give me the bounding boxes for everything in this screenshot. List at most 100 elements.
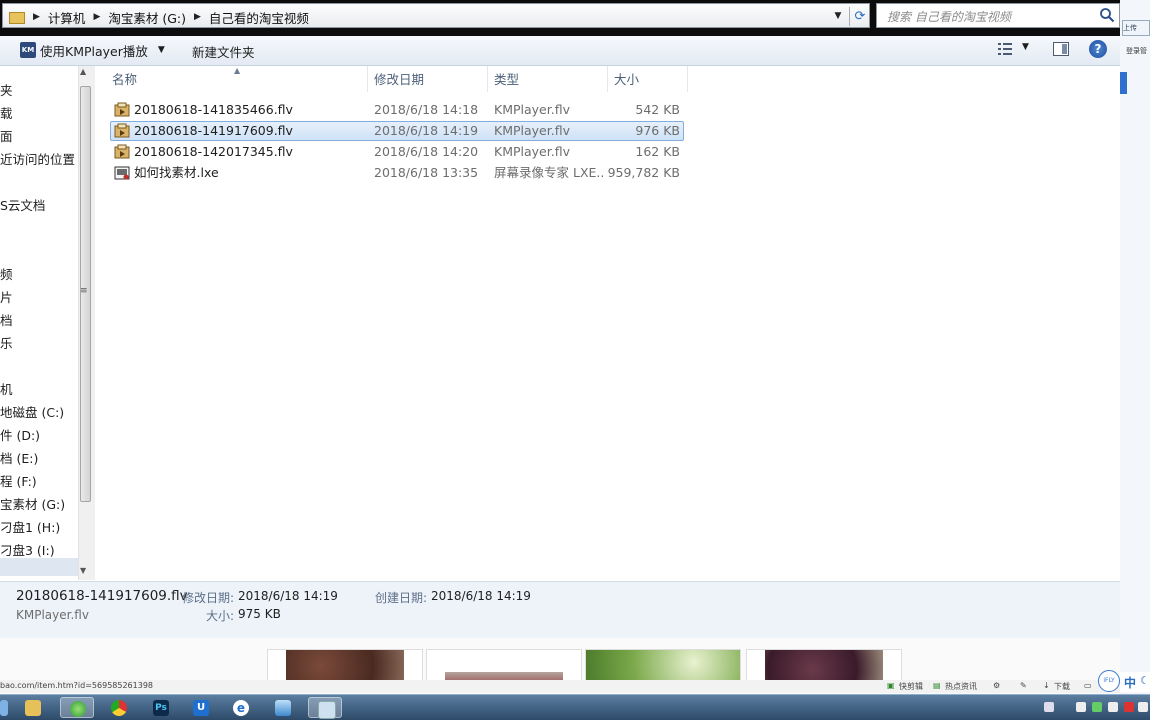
- moon-icon[interactable]: ☾: [1140, 674, 1150, 687]
- taskbar: Ps U e: [0, 694, 1150, 720]
- file-size: 959,782 KB: [607, 165, 680, 180]
- search-icon[interactable]: [1099, 7, 1115, 23]
- kmplayer-icon: KM: [20, 42, 36, 58]
- recorder-icon: [318, 701, 336, 719]
- column-header-date[interactable]: 修改日期: [368, 66, 488, 92]
- breadcrumb: ▶ 计算机 ▶ 淘宝素材 (G:) ▶ 自己看的淘宝视频: [9, 7, 315, 27]
- nav-item-pictures[interactable]: 片: [0, 287, 13, 306]
- tray-volume-icon[interactable]: [1138, 702, 1148, 712]
- tray-flag-icon[interactable]: [1124, 702, 1134, 712]
- scroll-down-icon[interactable]: ▼: [80, 566, 86, 575]
- window-icon[interactable]: ▭: [1084, 681, 1092, 690]
- file-name: 如何找素材.lxe: [134, 165, 219, 180]
- browser-icon: [70, 701, 86, 717]
- nav-item-drive-e[interactable]: 档 (E:): [0, 448, 38, 467]
- taskbar-360-browser[interactable]: [60, 697, 94, 718]
- breadcrumb-drive-g[interactable]: 淘宝素材 (G:): [102, 8, 192, 27]
- address-dropdown-icon[interactable]: ▼: [831, 7, 845, 26]
- news-icon[interactable]: ▤: [933, 681, 941, 690]
- file-row[interactable]: 20180618-141835466.flv 2018/6/18 14:18 K…: [110, 100, 684, 120]
- nav-item-drive-g[interactable]: 宝素材 (G:): [0, 494, 65, 513]
- details-created-value: 2018/6/18 14:19: [431, 589, 531, 603]
- status-url: bao.com/item.htm?id=569585261398: [0, 681, 154, 690]
- taskbar-screen-recorder[interactable]: [308, 697, 342, 719]
- file-row[interactable]: 如何找素材.lxe 2018/6/18 13:35 屏幕录像专家 LXE... …: [110, 163, 684, 183]
- help-icon[interactable]: ?: [1089, 40, 1107, 58]
- nav-item-desktop[interactable]: 面: [0, 126, 13, 145]
- browser-status-bar: bao.com/item.htm?id=569585261398 ▣ 快剪辑 ▤…: [0, 670, 1120, 693]
- chevron-right-icon[interactable]: ▶: [31, 12, 42, 22]
- file-size: 162 KB: [635, 144, 680, 159]
- address-bar[interactable]: ▶ 计算机 ▶ 淘宝素材 (G:) ▶ 自己看的淘宝视频 ▼ ⟳: [2, 3, 870, 28]
- taskbar-app-u[interactable]: U: [184, 697, 218, 718]
- file-date: 2018/6/18 14:18: [374, 102, 479, 117]
- nav-item-drive-c[interactable]: 地磁盘 (C:): [0, 402, 64, 421]
- file-date: 2018/6/18 14:19: [374, 123, 479, 138]
- breadcrumb-computer[interactable]: 计算机: [42, 8, 92, 27]
- tray-camera-icon[interactable]: [1076, 702, 1086, 712]
- view-dropdown-icon[interactable]: ▼: [1022, 42, 1029, 52]
- ifly-ime-icon[interactable]: iFLY: [1098, 670, 1120, 692]
- nav-item-music[interactable]: 乐: [0, 333, 13, 352]
- tray-network-icon[interactable]: [1108, 702, 1118, 712]
- hot-news-link[interactable]: 热点资讯: [945, 681, 977, 692]
- tray-icon[interactable]: [1044, 702, 1054, 712]
- taskbar-explorer[interactable]: [16, 697, 50, 718]
- file-row-selected[interactable]: 20180618-141917609.flv 2018/6/18 14:19 K…: [110, 121, 684, 141]
- photoshop-icon: Ps: [153, 700, 169, 716]
- chevron-right-icon[interactable]: ▶: [192, 12, 203, 22]
- quick-clip-link[interactable]: 快剪辑: [899, 681, 923, 692]
- flv-file-icon: [114, 123, 130, 138]
- command-bar: KM 使用KMPlayer播放 ▼ 新建文件夹 ▼ ?: [0, 36, 1120, 66]
- pin-icon[interactable]: ✎: [1020, 681, 1027, 690]
- nav-item-drive-i[interactable]: 刁盘3 (I:): [0, 540, 55, 559]
- download-icon[interactable]: ↓: [1043, 681, 1050, 690]
- nav-item-downloads[interactable]: 载: [0, 103, 13, 122]
- flv-file-icon: [114, 102, 130, 117]
- chevron-right-icon[interactable]: ▶: [91, 12, 102, 22]
- file-type: KMPlayer.flv: [494, 144, 570, 159]
- tray-shield-icon[interactable]: [1092, 702, 1102, 712]
- column-header-size[interactable]: 大小: [608, 66, 688, 92]
- taskbar-chrome[interactable]: [102, 697, 136, 718]
- file-date: 2018/6/18 13:35: [374, 165, 479, 180]
- details-file-name: 20180618-141917609.flv: [16, 588, 188, 604]
- details-modified-label: 修改日期:: [182, 591, 235, 605]
- nav-item-favorites[interactable]: 夹: [0, 80, 13, 99]
- start-button[interactable]: [0, 697, 10, 718]
- play-with-kmplayer-button[interactable]: KM 使用KMPlayer播放 ▼: [20, 40, 165, 60]
- search-input[interactable]: 搜索 自己看的淘宝视频: [876, 3, 1120, 28]
- nav-item-drive-h[interactable]: 刁盘1 (H:): [0, 517, 60, 536]
- sort-ascending-icon: ▲: [234, 66, 241, 75]
- nav-item-computer[interactable]: 机: [0, 379, 13, 398]
- taskbar-image-viewer[interactable]: [266, 697, 300, 718]
- scroll-up-icon[interactable]: ▲: [80, 67, 86, 76]
- gear-icon[interactable]: ⚙: [993, 681, 1000, 690]
- file-row[interactable]: 20180618-142017345.flv 2018/6/18 14:20 K…: [110, 142, 684, 162]
- quick-clip-icon[interactable]: ▣: [887, 681, 895, 690]
- nav-item-cloud-docs[interactable]: S云文档: [0, 195, 45, 214]
- nav-item-drive-f[interactable]: 程 (F:): [0, 471, 37, 490]
- preview-pane-icon[interactable]: [1053, 42, 1069, 56]
- upload-button[interactable]: 上传: [1122, 20, 1150, 36]
- file-type: 屏幕录像专家 LXE...: [494, 165, 604, 180]
- login-link[interactable]: 登录管: [1126, 46, 1147, 56]
- nav-item-drive-d[interactable]: 件 (D:): [0, 425, 40, 444]
- breadcrumb-current-folder[interactable]: 自己看的淘宝视频: [203, 8, 315, 27]
- nav-item-documents[interactable]: 档: [0, 310, 13, 329]
- file-size: 542 KB: [635, 102, 680, 117]
- taskbar-ie[interactable]: e: [224, 697, 258, 718]
- view-options-icon[interactable]: [998, 43, 1012, 55]
- background-window: 上传 登录管: [1120, 0, 1150, 719]
- nav-item-recent-places[interactable]: 近访问的位置: [0, 149, 75, 168]
- flv-file-icon: [114, 144, 130, 159]
- download-link[interactable]: 下载: [1054, 681, 1070, 692]
- ime-chinese-mode[interactable]: 中: [1124, 674, 1136, 691]
- refresh-icon[interactable]: ⟳: [849, 7, 870, 26]
- new-folder-button[interactable]: 新建文件夹: [192, 42, 255, 61]
- column-header-type[interactable]: 类型: [488, 66, 608, 92]
- navigation-pane: 夹 载 面 近访问的位置 S云文档 频 片 档 乐 机 地磁盘 (C:) 件 (…: [0, 66, 78, 580]
- chevron-down-icon[interactable]: ▼: [158, 45, 165, 55]
- taskbar-photoshop[interactable]: Ps: [144, 697, 178, 718]
- nav-item-videos[interactable]: 频: [0, 264, 13, 283]
